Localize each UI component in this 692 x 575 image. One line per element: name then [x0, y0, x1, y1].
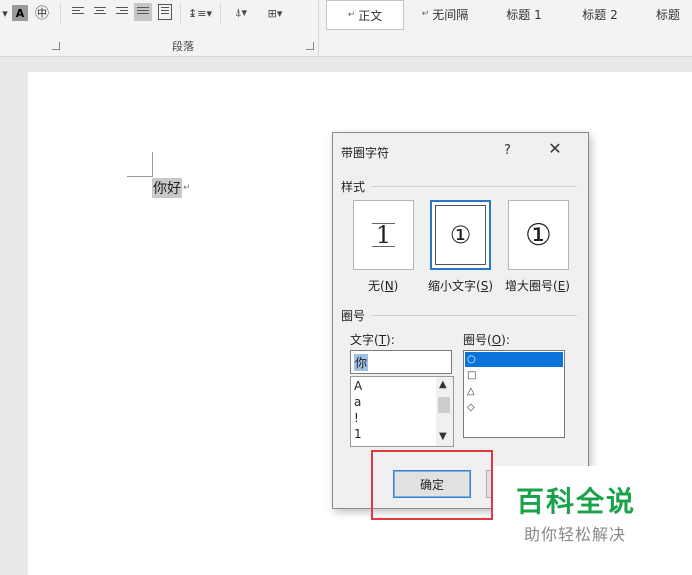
style-label: 标题	[655, 7, 680, 22]
style-option-none[interactable]: 1	[353, 200, 414, 270]
help-button[interactable]: ?	[504, 143, 511, 158]
list-item[interactable]: A	[354, 379, 362, 393]
watermark-title: 百科全说	[516, 485, 637, 518]
style-preview: ①	[513, 205, 564, 265]
list-item[interactable]: ◇	[465, 400, 563, 415]
style-preview-glyph: 1	[371, 223, 396, 247]
style-preview-glyph: ①	[525, 217, 552, 253]
divider	[220, 4, 221, 24]
text-input[interactable]: 你	[350, 350, 452, 374]
borders-icon[interactable]: ⊞▾	[258, 4, 292, 22]
style-option-none-label: 无(N)	[368, 279, 399, 293]
watermark: 百科全说 助你轻松解决	[493, 466, 683, 550]
selected-text[interactable]: 你好	[152, 178, 182, 198]
style-heading-2[interactable]: 标题 2	[568, 0, 632, 28]
divider	[180, 4, 181, 24]
ribbon: ▾ A ㊥ ↨≡▾ ⍋▾ ⊞▾ 段落 ↵ 正文 ↵ 无间隔 标题 1 标题 2 …	[0, 0, 692, 57]
text-field-label: 文字(T):	[350, 333, 395, 347]
align-left-icon[interactable]	[72, 7, 84, 17]
style-section-label: 样式	[341, 180, 366, 194]
divider	[60, 4, 61, 24]
list-item[interactable]: 1	[354, 427, 362, 441]
align-right-icon[interactable]	[116, 7, 128, 17]
scroll-up-icon[interactable]: ▲	[439, 379, 447, 390]
paragraph-mark-icon: ↵	[421, 9, 430, 19]
style-label: 正文	[358, 8, 383, 23]
style-option-enlarge-label: 增大圈号(E)	[505, 279, 570, 293]
style-option-shrink-text[interactable]: ①	[430, 200, 491, 270]
highlight-box	[371, 450, 493, 520]
list-item[interactable]: a	[354, 395, 361, 409]
scrollbar[interactable]: ▲ ▼	[436, 377, 453, 446]
encircle-character-button[interactable]: ㊥	[33, 4, 51, 22]
style-option-shrink-label: 缩小文字(S)	[428, 279, 493, 293]
style-preview: 1	[358, 205, 409, 265]
enclosure-field-label: 圈号(O):	[463, 333, 510, 347]
watermark-subtitle: 助你轻松解决	[524, 525, 627, 544]
scrollbar-thumb[interactable]	[438, 397, 450, 413]
dropdown-arrow-icon[interactable]: ▾	[0, 4, 10, 22]
style-option-enlarge-symbol[interactable]: ①	[508, 200, 569, 270]
style-preview: ①	[435, 205, 486, 265]
text-input-value: 你	[354, 354, 369, 371]
paragraph-mark-icon: ↵	[347, 10, 356, 20]
list-item[interactable]: !	[354, 411, 359, 425]
list-item[interactable]: □	[465, 368, 563, 383]
close-icon[interactable]: ✕	[545, 139, 565, 159]
text-listbox[interactable]: A a ! 1 ▲ ▼	[350, 376, 454, 447]
style-label: 标题 1	[506, 7, 542, 22]
paragraph-mark-icon: ↵	[183, 183, 191, 193]
scroll-down-icon[interactable]: ▼	[439, 431, 447, 442]
style-title[interactable]: 标题	[644, 0, 692, 28]
document-text[interactable]: 你好 ↵	[152, 178, 191, 198]
divider	[371, 315, 577, 316]
font-dialog-launcher-icon[interactable]	[52, 42, 60, 50]
align-center-icon[interactable]	[94, 7, 106, 17]
font-color-button[interactable]: A	[12, 5, 28, 21]
list-item[interactable]: ○	[465, 352, 563, 367]
distributed-icon[interactable]	[158, 4, 172, 20]
style-label: 无间隔	[432, 7, 469, 22]
margin-corner-mark	[127, 176, 153, 177]
dialog-title: 带圈字符	[341, 146, 390, 160]
style-label: 标题 2	[582, 7, 618, 22]
style-heading-1[interactable]: 标题 1	[492, 0, 556, 28]
divider	[371, 186, 577, 187]
enclosure-listbox[interactable]: ○ □ △ ◇	[463, 350, 565, 438]
paragraph-group-label: 段落	[172, 40, 194, 53]
margin-corner-mark	[152, 152, 153, 176]
shading-icon[interactable]: ⍋▾	[226, 4, 256, 22]
paragraph-dialog-launcher-icon[interactable]	[306, 42, 314, 50]
list-item[interactable]: △	[465, 384, 563, 399]
style-normal[interactable]: ↵ 正文	[326, 0, 404, 30]
line-spacing-icon[interactable]: ↨≡▾	[186, 4, 214, 22]
divider	[318, 0, 319, 56]
justify-icon[interactable]	[134, 3, 152, 21]
style-no-spacing[interactable]: ↵ 无间隔	[410, 0, 480, 28]
enclosure-section-label: 圈号	[341, 309, 366, 323]
style-preview-glyph: ①	[449, 221, 472, 249]
